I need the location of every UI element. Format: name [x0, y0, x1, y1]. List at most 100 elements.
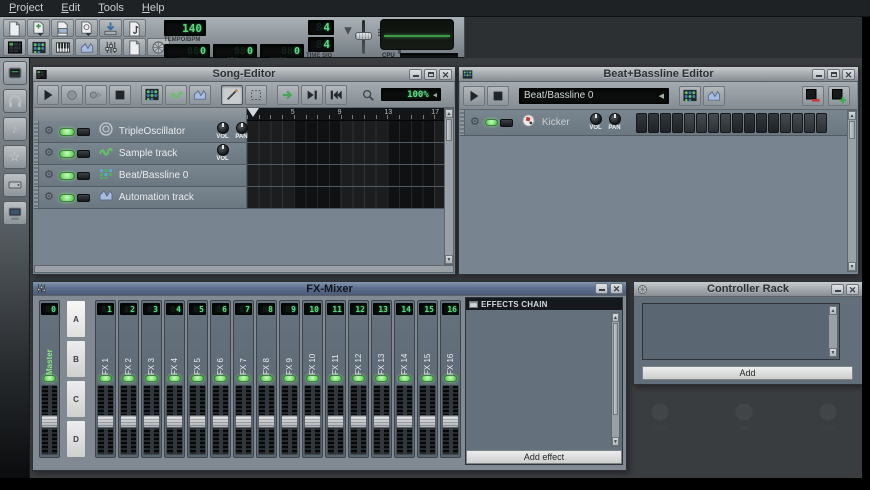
fx-channel-strip[interactable]: 12FX 12	[348, 300, 369, 458]
minimize-button[interactable]	[595, 283, 608, 294]
master-channel-strip[interactable]: 80Master	[39, 300, 60, 458]
fx-channel-strip[interactable]: 15FX 15	[417, 300, 438, 458]
new-from-template-button[interactable]	[27, 19, 50, 37]
channel-label[interactable]: FX 10	[308, 319, 317, 375]
remove-steps-button[interactable]	[802, 86, 824, 106]
save-project-button[interactable]	[99, 19, 122, 37]
pattern-spinner-icon[interactable]: ◀	[659, 92, 664, 100]
track-grip[interactable]	[34, 121, 39, 142]
song-editor-hscrollbar[interactable]	[34, 265, 454, 273]
channel-label[interactable]: FX 3	[147, 319, 156, 375]
master-volume-slider[interactable]	[362, 20, 365, 54]
beat-step-cell[interactable]	[696, 113, 707, 133]
track-grip[interactable]	[34, 187, 39, 208]
fx-channel-strip[interactable]: 89FX 9	[279, 300, 300, 458]
channel-label[interactable]: FX 11	[331, 319, 340, 375]
timesig-numerator-display[interactable]: 84	[308, 20, 334, 35]
channel-mute-led[interactable]	[329, 375, 342, 382]
sidebar-samples-button[interactable]	[3, 89, 27, 113]
record-button[interactable]	[61, 85, 83, 105]
stop-button[interactable]	[109, 85, 131, 105]
menu-tools[interactable]: Tools	[89, 1, 133, 15]
fx-channel-strip[interactable]: 85FX 5	[187, 300, 208, 458]
effects-chain-enable-checkbox[interactable]	[469, 301, 478, 308]
beat-step-cell[interactable]	[708, 113, 719, 133]
track-grip[interactable]	[34, 143, 39, 164]
maximize-button[interactable]	[827, 69, 840, 80]
add-bb-track-button[interactable]	[679, 86, 701, 106]
channel-label[interactable]: FX 1	[101, 319, 110, 375]
track-name[interactable]: TripleOscillator	[119, 126, 185, 137]
channel-label[interactable]: FX 8	[262, 319, 271, 375]
zoom-spinner-icon[interactable]: ◀	[433, 91, 437, 99]
channel-mute-led[interactable]	[352, 375, 365, 382]
recent-projects-button[interactable]	[75, 19, 98, 37]
sidebar-drive-button[interactable]	[3, 173, 27, 197]
sidebar-instruments-button[interactable]	[3, 61, 27, 85]
play-button[interactable]	[463, 86, 485, 106]
vol-knob[interactable]	[217, 122, 229, 134]
channel-fader[interactable]	[350, 385, 367, 455]
bank-d-button[interactable]: D	[66, 420, 86, 458]
record-while-playing-button[interactable]	[85, 85, 107, 105]
fx-channel-strip[interactable]: 88FX 8	[256, 300, 277, 458]
effects-chain-header[interactable]: EFFECTS CHAIN	[466, 298, 622, 310]
fx-channel-strip[interactable]: 83FX 3	[141, 300, 162, 458]
beat-step-cell[interactable]	[780, 113, 791, 133]
follow-playback-button[interactable]	[277, 85, 299, 105]
channel-fader[interactable]	[396, 385, 413, 455]
channel-mute-led[interactable]	[306, 375, 319, 382]
fx-channel-strip[interactable]: 11FX 11	[325, 300, 346, 458]
menu-project[interactable]: Project	[0, 1, 52, 15]
channel-mute-led[interactable]	[145, 375, 158, 382]
effects-chain-scrollbar[interactable]: ▲▼	[611, 312, 620, 447]
beat-step-cell[interactable]	[672, 113, 683, 133]
maximize-button[interactable]	[424, 69, 437, 80]
channel-label[interactable]: FX 13	[377, 319, 386, 375]
fx-channel-strip[interactable]: 82FX 2	[118, 300, 139, 458]
pan-knob[interactable]	[236, 122, 248, 134]
track-name[interactable]: Beat/Bassline 0	[119, 170, 189, 181]
track-mute-toggle[interactable]	[59, 194, 90, 202]
channel-mute-led[interactable]	[122, 375, 135, 382]
oscilloscope[interactable]	[380, 19, 454, 50]
vol-knob[interactable]	[590, 113, 602, 125]
beat-step-cell[interactable]	[744, 113, 755, 133]
channel-mute-led[interactable]	[99, 375, 112, 382]
track-gear-icon[interactable]: ⚙	[44, 148, 54, 159]
channel-mute-led[interactable]	[375, 375, 388, 382]
close-button[interactable]: ✕	[439, 69, 452, 80]
channel-fader[interactable]	[281, 385, 298, 455]
channel-fader[interactable]	[166, 385, 183, 455]
song-track-grid[interactable]	[247, 187, 444, 208]
track-mute-toggle[interactable]	[485, 119, 513, 127]
toggle-project-notes-button[interactable]	[123, 38, 146, 56]
toggle-fx-mixer-button[interactable]	[99, 38, 122, 56]
beat-step-cell[interactable]	[636, 113, 647, 133]
beat-step-cell[interactable]	[792, 113, 803, 133]
open-project-button[interactable]	[51, 19, 74, 37]
channel-label[interactable]: FX 12	[354, 319, 363, 375]
bb-editor-titlebar[interactable]: Beat+Bassline Editor ✕	[459, 67, 858, 82]
channel-mute-led[interactable]	[43, 375, 56, 382]
track-gear-icon[interactable]: ⚙	[44, 126, 54, 137]
fx-channel-strip[interactable]: 86FX 6	[210, 300, 231, 458]
channel-fader[interactable]	[189, 385, 206, 455]
beat-step-cell[interactable]	[756, 113, 767, 133]
toggle-song-editor-button[interactable]	[3, 38, 26, 56]
menu-edit[interactable]: Edit	[52, 1, 89, 15]
channel-label[interactable]: FX 9	[285, 319, 294, 375]
controller-list-scrollbar[interactable]: ▲▼	[828, 305, 838, 358]
draw-mode-button[interactable]	[221, 85, 243, 105]
rewind-to-start-button[interactable]	[325, 85, 347, 105]
channel-label[interactable]: FX 14	[400, 319, 409, 375]
zoom-level-display[interactable]: 100%◀	[381, 88, 441, 101]
song-editor-titlebar[interactable]: Song-Editor ✕	[33, 67, 455, 82]
beat-step-cell[interactable]	[684, 113, 695, 133]
beat-step-cell[interactable]	[816, 113, 827, 133]
channel-label[interactable]: FX 6	[216, 319, 225, 375]
new-project-button[interactable]	[3, 19, 26, 37]
channel-fader[interactable]	[235, 385, 252, 455]
song-editor-empty-area[interactable]	[34, 213, 444, 265]
song-track-grid[interactable]	[247, 143, 444, 164]
